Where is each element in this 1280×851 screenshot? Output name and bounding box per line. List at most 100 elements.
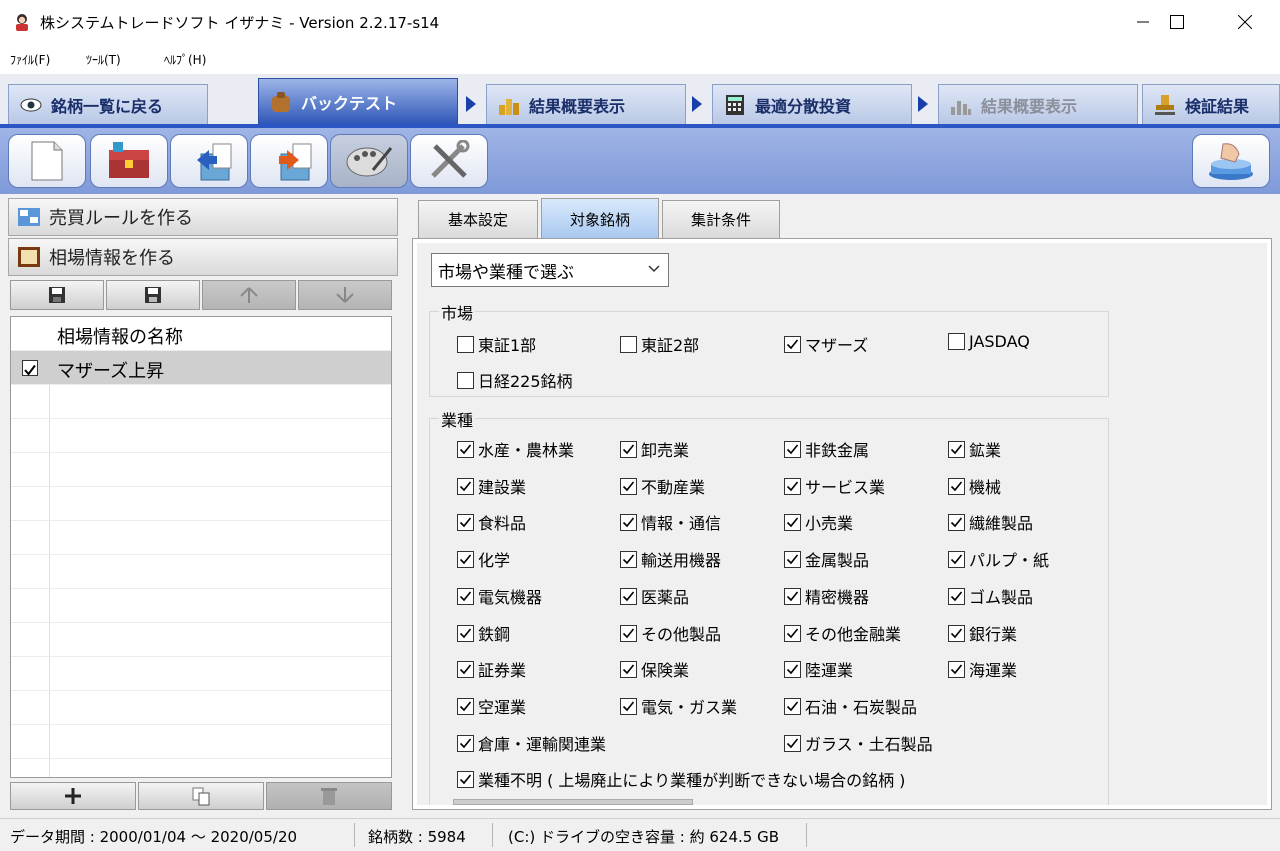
checkbox-item[interactable]: 機械 [948,474,1001,498]
checkbox[interactable] [784,624,801,642]
checkbox[interactable] [784,550,801,568]
checkbox-item[interactable]: 倉庫・運輸関連業 [457,731,606,755]
checkbox-item[interactable]: 非鉄金属 [784,437,869,461]
checkbox[interactable] [620,550,637,568]
checkbox[interactable] [457,513,474,531]
run-button[interactable] [1192,134,1270,188]
checkbox[interactable] [457,697,474,715]
save-button[interactable] [10,280,104,310]
create-market-info-button[interactable]: 相場情報を作る [8,238,398,276]
checkbox-item[interactable]: 金属製品 [784,547,869,571]
checkbox-item[interactable]: 銀行業 [948,621,1017,645]
maximize-button[interactable] [1144,0,1210,44]
checkbox-item[interactable]: 電気機器 [457,584,542,608]
tab-aggregation[interactable]: 集計条件 [662,200,780,238]
checkbox[interactable] [948,587,965,605]
checkbox-item[interactable]: ガラス・土石製品 [784,731,933,755]
move-down-button[interactable] [298,280,392,310]
checkbox[interactable] [784,477,801,495]
open-button[interactable] [90,134,168,188]
checkbox-item[interactable]: 空運業 [457,694,526,718]
checkbox-item[interactable]: 精密機器 [784,584,869,608]
checkbox[interactable] [948,333,965,350]
copy-button[interactable] [138,782,264,810]
checkbox-item[interactable]: 鉱業 [948,437,1001,461]
checkbox[interactable] [457,660,474,678]
menu-help[interactable]: ﾍﾙﾌﾟ(H) [164,51,206,68]
checkbox[interactable] [620,513,637,531]
checkbox[interactable] [457,371,474,389]
checkbox-item[interactable]: 電気・ガス業 [620,694,737,718]
save-as-button[interactable] [106,280,200,310]
row-checkbox[interactable] [22,360,38,376]
checkbox-item[interactable]: サービス業 [784,474,885,498]
checkbox-item[interactable]: 小売業 [784,510,853,534]
checkbox-item[interactable]: 化学 [457,547,510,571]
checkbox[interactable] [948,477,965,495]
checkbox-item[interactable]: 証券業 [457,657,526,681]
checkbox[interactable] [784,697,801,715]
checkbox-item[interactable]: ゴム製品 [948,584,1033,608]
checkbox[interactable] [948,624,965,642]
checkbox[interactable] [620,335,637,353]
tab-basic-settings[interactable]: 基本設定 [418,200,538,238]
checkbox-item[interactable]: 石油・石炭製品 [784,694,917,718]
checkbox[interactable] [620,624,637,642]
checkbox[interactable] [457,335,474,353]
checkbox-item[interactable]: 情報・通信 [620,510,721,534]
checkbox[interactable] [784,335,801,353]
delete-button[interactable] [266,782,392,810]
checkbox-item[interactable]: マザーズ [784,332,868,356]
checkbox-item[interactable]: 建設業 [457,474,526,498]
checkbox[interactable] [948,440,965,458]
checkbox[interactable] [457,440,474,458]
checkbox-item[interactable]: 医薬品 [620,584,689,608]
checkbox[interactable] [620,587,637,605]
checkbox[interactable] [620,660,637,678]
checkbox-item[interactable]: 保険業 [620,657,689,681]
checkbox[interactable] [457,770,474,788]
checkbox[interactable] [948,660,965,678]
checkbox-item[interactable]: 鉄鋼 [457,621,510,645]
menu-tools[interactable]: ﾂｰﾙ(T) [86,51,121,68]
checkbox-item[interactable]: 東証1部 [457,332,536,356]
tab-back-to-list[interactable]: 銘柄一覧に戻る [8,84,208,124]
checkbox-item[interactable]: 不動産業 [620,474,705,498]
checkbox-item[interactable]: 繊維製品 [948,510,1033,534]
checkbox[interactable] [948,513,965,531]
checkbox[interactable] [457,587,474,605]
checkbox-item[interactable]: 海運業 [948,657,1017,681]
checkbox-item[interactable]: その他金融業 [784,621,901,645]
export-button[interactable] [250,134,328,188]
checkbox[interactable] [784,513,801,531]
checkbox[interactable] [457,734,474,752]
tab-result-summary-2[interactable]: 結果概要表示 [938,84,1138,124]
checkbox[interactable] [948,550,965,568]
create-trade-rule-button[interactable]: 売買ルールを作る [8,198,398,236]
add-button[interactable] [10,782,136,810]
checkbox[interactable] [784,440,801,458]
checkbox[interactable] [620,697,637,715]
checkbox-item[interactable]: 日経225銘柄 [457,368,573,392]
horizontal-scrollbar[interactable] [453,799,693,805]
move-up-button[interactable] [202,280,296,310]
close-button[interactable] [1212,0,1278,44]
checkbox-item[interactable]: 東証2部 [620,332,699,356]
tools-button[interactable] [410,134,488,188]
selection-method-dropdown[interactable]: 市場や業種で選ぶ [431,253,669,287]
tab-optimal-diversification[interactable]: 最適分散投資 [712,84,912,124]
tab-backtest[interactable]: バックテスト [258,78,458,124]
checkbox[interactable] [784,660,801,678]
checkbox-item[interactable]: 食料品 [457,510,526,534]
checkbox[interactable] [784,587,801,605]
checkbox-item[interactable]: 卸売業 [620,437,689,461]
new-button[interactable] [8,134,86,188]
palette-button[interactable] [330,134,408,188]
checkbox-item[interactable]: 輸送用機器 [620,547,721,571]
checkbox-item[interactable]: その他製品 [620,621,721,645]
checkbox[interactable] [457,477,474,495]
checkbox-item[interactable]: 業種不明 ( 上場廃止により業種が判断できない場合の銘柄 ) [457,767,905,791]
checkbox-item[interactable]: 陸運業 [784,657,853,681]
checkbox[interactable] [457,624,474,642]
tab-target-stocks[interactable]: 対象銘柄 [541,198,659,239]
